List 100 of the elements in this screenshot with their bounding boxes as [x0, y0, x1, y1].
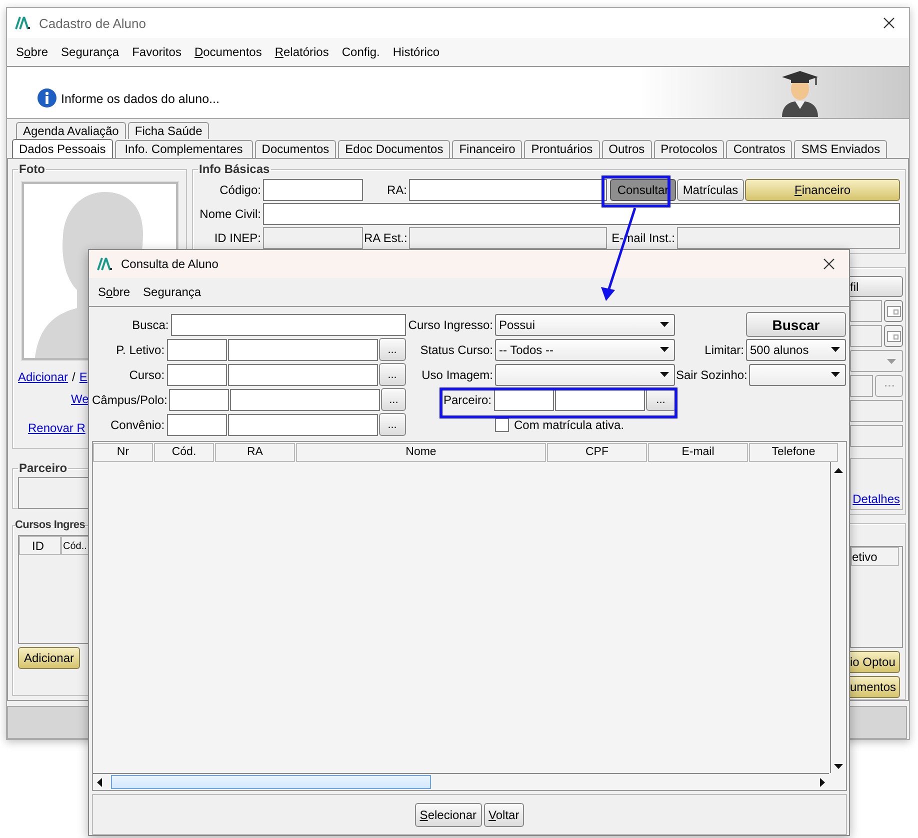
- column-header[interactable]: Nome: [296, 443, 546, 462]
- vertical-scrollbar[interactable]: [830, 462, 846, 773]
- checkbox[interactable]: [495, 418, 509, 432]
- menu-item[interactable]: Sobre: [11, 43, 56, 61]
- date-field[interactable]: [850, 325, 882, 347]
- text-field[interactable]: [228, 338, 378, 360]
- tab[interactable]: Contratos: [726, 140, 792, 158]
- webcam-link[interactable]: We: [71, 392, 89, 406]
- action-button[interactable]: umentos: [850, 676, 900, 698]
- text-field[interactable]: [228, 364, 378, 386]
- column-header[interactable]: CPF: [547, 443, 647, 462]
- dialog-button[interactable]: Selecionar: [414, 802, 482, 826]
- dialog-button[interactable]: Voltar: [484, 802, 524, 826]
- picker-button[interactable]: [884, 325, 903, 347]
- field-label: Parceiro:: [442, 392, 492, 406]
- field-label: Nome Civil:: [198, 207, 262, 221]
- tab[interactable]: Financeiro: [452, 140, 522, 158]
- text-field[interactable]: [263, 179, 363, 201]
- group-title: Cursos Ingres: [15, 519, 86, 531]
- dropdown[interactable]: [850, 350, 903, 372]
- tab[interactable]: Outros: [602, 140, 652, 158]
- text-field[interactable]: [850, 425, 903, 447]
- column-header[interactable]: Cód.: [154, 443, 214, 462]
- window-title: Cadastro de Aluno: [39, 16, 146, 30]
- browse-button[interactable]: ...: [378, 338, 406, 361]
- action-button[interactable]: Matrículas: [677, 179, 744, 201]
- tab[interactable]: Edoc Documentos: [338, 140, 450, 158]
- text-field[interactable]: [230, 388, 380, 410]
- column-header[interactable]: etivo: [851, 547, 899, 566]
- browse-button[interactable]: ...: [381, 388, 406, 411]
- field-label: P. Letivo:: [115, 342, 166, 356]
- text-field[interactable]: [494, 388, 554, 410]
- close-icon: [823, 258, 835, 270]
- dropdown[interactable]: [749, 364, 846, 386]
- menu-item[interactable]: Config.: [336, 43, 388, 61]
- column-header[interactable]: Nr: [93, 443, 153, 462]
- picker-button[interactable]: [884, 300, 903, 322]
- text-field[interactable]: [166, 364, 227, 386]
- scrollbar-thumb[interactable]: [111, 775, 431, 789]
- card-icon: [886, 330, 900, 342]
- search-button[interactable]: Buscar: [746, 312, 846, 337]
- tab[interactable]: Info. Complementares: [114, 140, 253, 158]
- tab[interactable]: SMS Enviados: [794, 140, 888, 158]
- column-header[interactable]: E-mail: [648, 443, 748, 462]
- group-title: Parceiro: [18, 461, 68, 475]
- browse-button[interactable]: ...: [378, 413, 406, 436]
- dropdown[interactable]: 500 alunos: [746, 338, 846, 360]
- menu-item[interactable]: Histórico: [388, 43, 448, 61]
- text-field[interactable]: [850, 375, 873, 397]
- text-field[interactable]: [228, 414, 378, 436]
- dropdown-arrow-icon: [831, 372, 840, 377]
- profile-button[interactable]: fil: [850, 276, 903, 297]
- field-label: Status Curso:: [419, 342, 494, 356]
- text-field[interactable]: [166, 414, 227, 436]
- field-label: RA:: [386, 183, 408, 197]
- add-button[interactable]: Adicionar: [18, 647, 80, 669]
- text-field[interactable]: [263, 203, 900, 225]
- tab[interactable]: Dados Pessoais: [12, 139, 113, 158]
- text-field[interactable]: [409, 179, 607, 201]
- tab[interactable]: Agenda Avaliação: [16, 122, 126, 139]
- column-header[interactable]: RA: [215, 443, 295, 462]
- edit-link[interactable]: E: [79, 370, 88, 384]
- action-button[interactable]: io Optou: [850, 651, 900, 673]
- details-link[interactable]: Detalhes: [852, 492, 900, 506]
- menu-item[interactable]: Sobre: [93, 283, 138, 301]
- group-title: Foto: [18, 162, 46, 176]
- tab[interactable]: Protocolos: [654, 140, 724, 158]
- menu-item[interactable]: Relatórios: [270, 43, 337, 61]
- action-button[interactable]: Financeiro: [745, 179, 900, 201]
- dropdown[interactable]: -- Todos --: [495, 338, 675, 360]
- dropdown[interactable]: [495, 364, 675, 386]
- column-header[interactable]: Telefone: [749, 443, 838, 462]
- browse-button[interactable]: ...: [378, 363, 406, 386]
- text-field[interactable]: [170, 314, 406, 336]
- banner-message: Informe os dados do aluno...: [61, 92, 220, 108]
- menu-item[interactable]: Favoritos: [127, 43, 190, 61]
- menu-item[interactable]: Documentos: [189, 43, 270, 61]
- tab[interactable]: Documentos: [254, 140, 336, 158]
- renew-link[interactable]: Renovar R: [28, 421, 86, 435]
- field-label: Uso Imagem:: [420, 368, 494, 382]
- text-field[interactable]: [554, 388, 644, 410]
- dropdown[interactable]: Possui: [495, 314, 675, 336]
- column-header[interactable]: ID: [19, 536, 61, 555]
- field-label: Código:: [218, 183, 262, 197]
- field-label: Limitar:: [704, 342, 745, 356]
- action-button[interactable]: Consultar: [610, 179, 676, 201]
- info-icon: [37, 88, 57, 108]
- tab[interactable]: Ficha Saúde: [128, 122, 210, 139]
- dropdown-arrow-icon: [660, 322, 669, 327]
- text-field[interactable]: [169, 388, 230, 410]
- date-field[interactable]: [850, 300, 882, 322]
- menu-item[interactable]: Segurança: [56, 43, 128, 61]
- text-field[interactable]: [850, 400, 903, 422]
- menu-item[interactable]: Segurança: [138, 283, 210, 301]
- dropdown-arrow-icon: [831, 347, 840, 352]
- horizontal-scrollbar[interactable]: [93, 773, 829, 790]
- field-label: RA Est.:: [364, 231, 408, 245]
- text-field[interactable]: [166, 338, 227, 360]
- tab[interactable]: Prontuários: [524, 140, 600, 158]
- add-link[interactable]: Adicionar: [18, 370, 68, 384]
